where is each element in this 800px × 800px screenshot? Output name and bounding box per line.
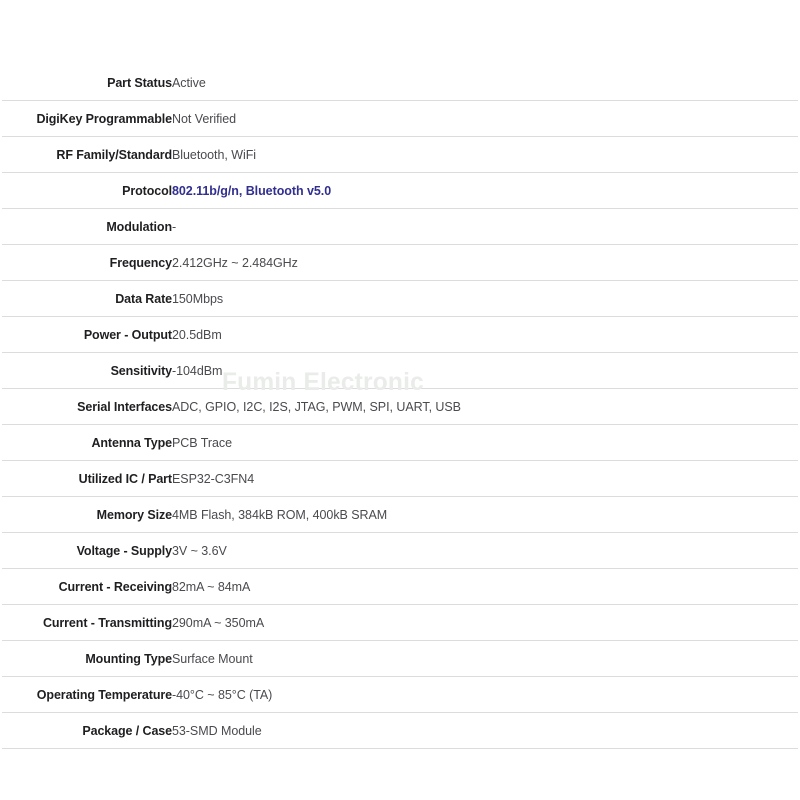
spec-value: ADC, GPIO, I2C, I2S, JTAG, PWM, SPI, UAR…	[172, 389, 798, 425]
spec-value: -	[172, 209, 798, 245]
spec-value-link[interactable]: 802.11b/g/n, Bluetooth v5.0	[172, 173, 798, 209]
spec-label: Operating Temperature	[2, 677, 172, 713]
spec-label: Utilized IC / Part	[2, 461, 172, 497]
spec-row: Utilized IC / PartESP32-C3FN4	[2, 461, 798, 497]
spec-value: Bluetooth, WiFi	[172, 137, 798, 173]
spec-label: Power - Output	[2, 317, 172, 353]
spec-row: Memory Size4MB Flash, 384kB ROM, 400kB S…	[2, 497, 798, 533]
spec-row: Sensitivity-104dBm	[2, 353, 798, 389]
spec-row: DigiKey ProgrammableNot Verified	[2, 101, 798, 137]
spec-row: Current - Transmitting290mA ~ 350mA	[2, 605, 798, 641]
spec-value: 3V ~ 3.6V	[172, 533, 798, 569]
spec-row: Protocol802.11b/g/n, Bluetooth v5.0	[2, 173, 798, 209]
spec-value: -40°C ~ 85°C (TA)	[172, 677, 798, 713]
spec-value: -104dBm	[172, 353, 798, 389]
spec-row: RF Family/StandardBluetooth, WiFi	[2, 137, 798, 173]
spec-value: 53-SMD Module	[172, 713, 798, 749]
spec-label: Memory Size	[2, 497, 172, 533]
spec-value: Active	[172, 65, 798, 101]
spec-value: 4MB Flash, 384kB ROM, 400kB SRAM	[172, 497, 798, 533]
spec-row: Operating Temperature-40°C ~ 85°C (TA)	[2, 677, 798, 713]
spec-label: Sensitivity	[2, 353, 172, 389]
spec-value: 290mA ~ 350mA	[172, 605, 798, 641]
spec-row: Package / Case53-SMD Module	[2, 713, 798, 749]
spec-value: 150Mbps	[172, 281, 798, 317]
spec-label: Data Rate	[2, 281, 172, 317]
spec-value: ESP32-C3FN4	[172, 461, 798, 497]
spec-row: Data Rate150Mbps	[2, 281, 798, 317]
spec-label: Current - Receiving	[2, 569, 172, 605]
spec-label: Protocol	[2, 173, 172, 209]
spec-label: Modulation	[2, 209, 172, 245]
spec-row: Power - Output20.5dBm	[2, 317, 798, 353]
spec-label: RF Family/Standard	[2, 137, 172, 173]
spec-label: Current - Transmitting	[2, 605, 172, 641]
specification-table: Part StatusActiveDigiKey ProgrammableNot…	[2, 65, 798, 749]
spec-row: Serial InterfacesADC, GPIO, I2C, I2S, JT…	[2, 389, 798, 425]
spec-row: Modulation-	[2, 209, 798, 245]
specification-sheet: Part StatusActiveDigiKey ProgrammableNot…	[0, 0, 800, 800]
spec-row: Current - Receiving82mA ~ 84mA	[2, 569, 798, 605]
spec-label: Antenna Type	[2, 425, 172, 461]
spec-label: Serial Interfaces	[2, 389, 172, 425]
spec-label: Voltage - Supply	[2, 533, 172, 569]
spec-row: Mounting TypeSurface Mount	[2, 641, 798, 677]
spec-label: Frequency	[2, 245, 172, 281]
spec-value: Not Verified	[172, 101, 798, 137]
spec-row: Part StatusActive	[2, 65, 798, 101]
spec-value: PCB Trace	[172, 425, 798, 461]
spec-row: Antenna TypePCB Trace	[2, 425, 798, 461]
spec-label: Part Status	[2, 65, 172, 101]
specification-table-body: Part StatusActiveDigiKey ProgrammableNot…	[2, 65, 798, 749]
spec-value: 82mA ~ 84mA	[172, 569, 798, 605]
spec-value: Surface Mount	[172, 641, 798, 677]
spec-label: Package / Case	[2, 713, 172, 749]
spec-value: 2.412GHz ~ 2.484GHz	[172, 245, 798, 281]
spec-value: 20.5dBm	[172, 317, 798, 353]
spec-label: Mounting Type	[2, 641, 172, 677]
spec-row: Frequency2.412GHz ~ 2.484GHz	[2, 245, 798, 281]
spec-row: Voltage - Supply3V ~ 3.6V	[2, 533, 798, 569]
spec-label: DigiKey Programmable	[2, 101, 172, 137]
